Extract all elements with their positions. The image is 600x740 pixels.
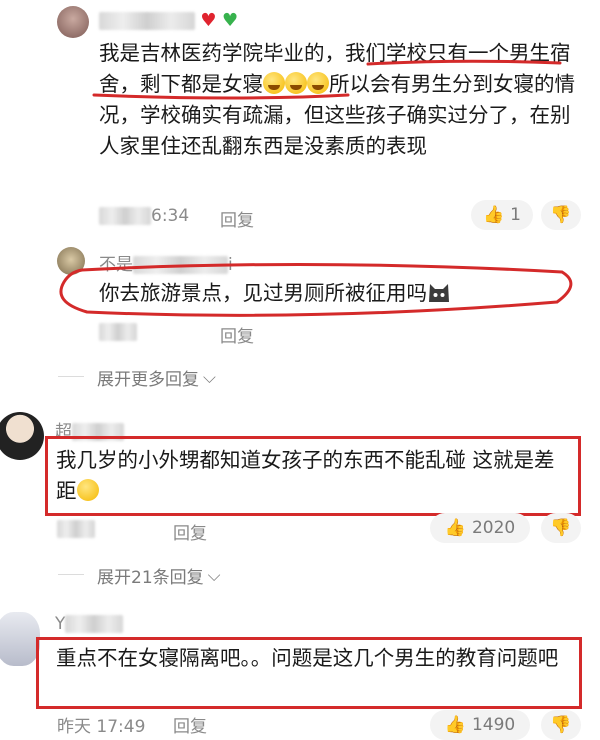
- dislike-button[interactable]: 👎: [541, 200, 581, 230]
- timestamp: 昨天 17:49: [57, 717, 146, 737]
- chevron-down-icon: ⌵: [203, 367, 216, 388]
- reply-button[interactable]: 回复: [173, 519, 207, 544]
- thumbs-up-icon: 👍: [444, 518, 466, 538]
- dislike-button[interactable]: 👎: [541, 513, 581, 543]
- username[interactable]: Y: [55, 614, 124, 634]
- thumbs-up-icon: 👍: [483, 205, 505, 225]
- timestamp: [99, 322, 137, 342]
- heart-red-icon: ♥: [200, 10, 217, 31]
- comment-text: 重点不在女寝隔离吧。。问题是这几个男生的教育问题吧: [56, 646, 559, 670]
- thumbs-down-icon: 👎: [550, 518, 572, 538]
- thumbs-down-icon: 👎: [550, 715, 572, 735]
- dislike-button[interactable]: 👎: [541, 710, 581, 740]
- like-button[interactable]: 👍 2020: [430, 513, 530, 543]
- heart-green-icon: ♥: [221, 10, 239, 31]
- holding-back-tears-emoji-icon: [76, 479, 99, 501]
- divider: [58, 376, 84, 377]
- avatar[interactable]: [57, 6, 89, 38]
- reply-button[interactable]: 回复: [173, 712, 207, 737]
- thumbs-down-icon: 👎: [550, 205, 572, 225]
- annotation-underline: [92, 59, 562, 100]
- reply-button[interactable]: 回复: [220, 206, 254, 231]
- comment-text: 我几岁的小外甥都知道女孩子的东西不能乱碰 这就是差距: [56, 448, 555, 503]
- timestamp: [57, 519, 95, 539]
- reply-button[interactable]: 回复: [220, 322, 254, 347]
- thumbs-up-icon: 👍: [444, 715, 466, 735]
- like-button[interactable]: 👍 1: [471, 200, 533, 230]
- username[interactable]: ♥ ♥: [99, 10, 238, 31]
- divider: [58, 574, 84, 575]
- avatar[interactable]: [0, 612, 40, 666]
- avatar[interactable]: [0, 412, 44, 460]
- timestamp: 6:34: [99, 206, 189, 226]
- expand-replies-button[interactable]: 展开21条回复 ⌵: [97, 563, 221, 589]
- chevron-down-icon: ⌵: [207, 565, 221, 586]
- like-button[interactable]: 👍 1490: [430, 710, 530, 740]
- annotation-oval: [59, 262, 573, 317]
- expand-more-replies-button[interactable]: 展开更多回复 ⌵: [97, 365, 216, 391]
